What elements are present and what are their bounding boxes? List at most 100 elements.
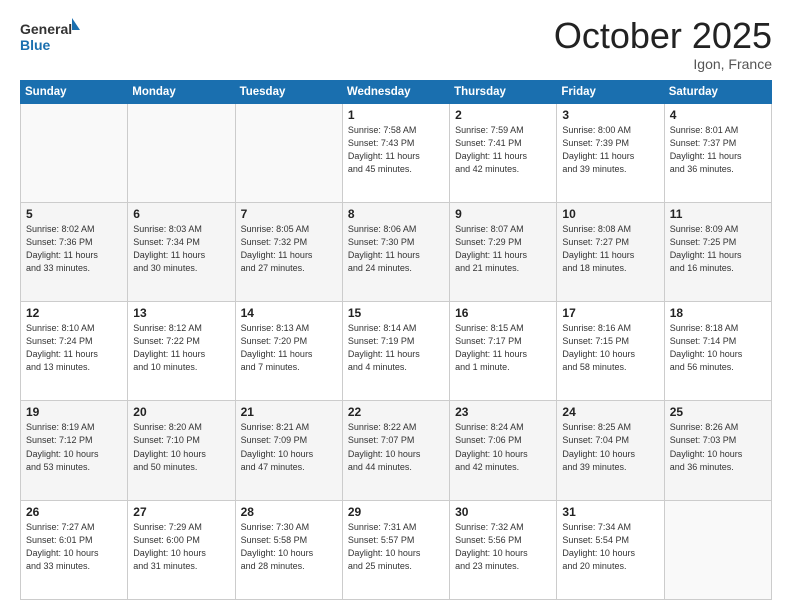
day-number: 15 bbox=[348, 306, 444, 320]
table-row: 2Sunrise: 7:59 AM Sunset: 7:41 PM Daylig… bbox=[450, 103, 557, 202]
day-number: 6 bbox=[133, 207, 229, 221]
day-number: 12 bbox=[26, 306, 122, 320]
table-row bbox=[128, 103, 235, 202]
calendar-week-row: 19Sunrise: 8:19 AM Sunset: 7:12 PM Dayli… bbox=[21, 401, 772, 500]
day-number: 20 bbox=[133, 405, 229, 419]
table-row: 4 Sunrise: 8:01 AM Sunset: 7:37 PM Daylig… bbox=[664, 103, 771, 202]
table-row bbox=[21, 103, 128, 202]
col-friday: Friday bbox=[557, 80, 664, 103]
table-row: 27 Sunrise: 7:29 AM Sunset: 6:00 PM Dayli… bbox=[128, 500, 235, 599]
day-number: 8 bbox=[348, 207, 444, 221]
table-row: 12 Sunrise: 8:10 AM Sunset: 7:24 PM Dayli… bbox=[21, 302, 128, 401]
table-row: 11 Sunrise: 8:09 AM Sunset: 7:25 PM Dayli… bbox=[664, 202, 771, 301]
day-info: Sunrise: 8:24 AM Sunset: 7:06 PM Dayligh… bbox=[455, 421, 551, 473]
day-number: 5 bbox=[26, 207, 122, 221]
title-block: October 2025 Igon, France bbox=[554, 16, 772, 72]
day-number: 27 bbox=[133, 505, 229, 519]
table-row: 16 Sunrise: 8:15 AM Sunset: 7:17 PM Dayli… bbox=[450, 302, 557, 401]
day-info: Sunrise: 7:58 AM Sunset: 7:43 PM Dayligh… bbox=[348, 124, 444, 176]
day-info: Sunrise: 8:15 AM Sunset: 7:17 PM Dayligh… bbox=[455, 322, 551, 374]
day-info: Sunrise: 8:07 AM Sunset: 7:29 PM Dayligh… bbox=[455, 223, 551, 275]
table-row: 7 Sunrise: 8:05 AM Sunset: 7:32 PM Daylig… bbox=[235, 202, 342, 301]
day-number: 7 bbox=[241, 207, 337, 221]
table-row: 1 Sunrise: 7:58 AM Sunset: 7:43 PM Daylig… bbox=[342, 103, 449, 202]
day-info: Sunrise: 8:03 AM Sunset: 7:34 PM Dayligh… bbox=[133, 223, 229, 275]
table-row: 6 Sunrise: 8:03 AM Sunset: 7:34 PM Daylig… bbox=[128, 202, 235, 301]
location: Igon, France bbox=[554, 56, 772, 72]
table-row: 8Sunrise: 8:06 AM Sunset: 7:30 PM Daylig… bbox=[342, 202, 449, 301]
svg-text:Blue: Blue bbox=[20, 37, 51, 53]
day-info: Sunrise: 7:34 AM Sunset: 5:54 PM Dayligh… bbox=[562, 521, 658, 573]
day-number: 29 bbox=[348, 505, 444, 519]
day-number: 1 bbox=[348, 108, 444, 122]
page: General Blue October 2025 Igon, France S… bbox=[0, 0, 792, 612]
day-number: 25 bbox=[670, 405, 766, 419]
table-row: 3Sunrise: 8:00 AM Sunset: 7:39 PM Daylig… bbox=[557, 103, 664, 202]
day-number: 14 bbox=[241, 306, 337, 320]
table-row: 26 Sunrise: 7:27 AM Sunset: 6:01 PM Dayli… bbox=[21, 500, 128, 599]
col-tuesday: Tuesday bbox=[235, 80, 342, 103]
table-row bbox=[235, 103, 342, 202]
day-info: Sunrise: 8:13 AM Sunset: 7:20 PM Dayligh… bbox=[241, 322, 337, 374]
logo: General Blue bbox=[20, 16, 80, 58]
day-info: Sunrise: 8:00 AM Sunset: 7:39 PM Dayligh… bbox=[562, 124, 658, 176]
table-row bbox=[664, 500, 771, 599]
day-number: 4 bbox=[670, 108, 766, 122]
col-saturday: Saturday bbox=[664, 80, 771, 103]
day-number: 22 bbox=[348, 405, 444, 419]
day-info: Sunrise: 7:32 AM Sunset: 5:56 PM Dayligh… bbox=[455, 521, 551, 573]
day-number: 26 bbox=[26, 505, 122, 519]
day-info: Sunrise: 8:12 AM Sunset: 7:22 PM Dayligh… bbox=[133, 322, 229, 374]
day-info: Sunrise: 7:30 AM Sunset: 5:58 PM Dayligh… bbox=[241, 521, 337, 573]
day-info: Sunrise: 8:02 AM Sunset: 7:36 PM Dayligh… bbox=[26, 223, 122, 275]
day-number: 17 bbox=[562, 306, 658, 320]
calendar-week-row: 26 Sunrise: 7:27 AM Sunset: 6:01 PM Dayli… bbox=[21, 500, 772, 599]
col-sunday: Sunday bbox=[21, 80, 128, 103]
day-number: 10 bbox=[562, 207, 658, 221]
day-info: Sunrise: 7:31 AM Sunset: 5:57 PM Dayligh… bbox=[348, 521, 444, 573]
day-info: Sunrise: 8:26 AM Sunset: 7:03 PM Dayligh… bbox=[670, 421, 766, 473]
col-thursday: Thursday bbox=[450, 80, 557, 103]
day-info: Sunrise: 8:25 AM Sunset: 7:04 PM Dayligh… bbox=[562, 421, 658, 473]
day-info: Sunrise: 7:59 AM Sunset: 7:41 PM Dayligh… bbox=[455, 124, 551, 176]
table-row: 5 Sunrise: 8:02 AM Sunset: 7:36 PM Daylig… bbox=[21, 202, 128, 301]
table-row: 20 Sunrise: 8:20 AM Sunset: 7:10 PM Dayli… bbox=[128, 401, 235, 500]
calendar-week-row: 1 Sunrise: 7:58 AM Sunset: 7:43 PM Daylig… bbox=[21, 103, 772, 202]
calendar-table: Sunday Monday Tuesday Wednesday Thursday… bbox=[20, 80, 772, 600]
day-info: Sunrise: 7:29 AM Sunset: 6:00 PM Dayligh… bbox=[133, 521, 229, 573]
table-row: 15Sunrise: 8:14 AM Sunset: 7:19 PM Dayli… bbox=[342, 302, 449, 401]
day-number: 13 bbox=[133, 306, 229, 320]
day-number: 21 bbox=[241, 405, 337, 419]
day-info: Sunrise: 8:22 AM Sunset: 7:07 PM Dayligh… bbox=[348, 421, 444, 473]
day-number: 11 bbox=[670, 207, 766, 221]
day-info: Sunrise: 8:10 AM Sunset: 7:24 PM Dayligh… bbox=[26, 322, 122, 374]
svg-text:General: General bbox=[20, 21, 72, 37]
day-number: 30 bbox=[455, 505, 551, 519]
table-row: 14 Sunrise: 8:13 AM Sunset: 7:20 PM Dayli… bbox=[235, 302, 342, 401]
table-row: 29 Sunrise: 7:31 AM Sunset: 5:57 PM Dayli… bbox=[342, 500, 449, 599]
day-info: Sunrise: 8:05 AM Sunset: 7:32 PM Dayligh… bbox=[241, 223, 337, 275]
day-number: 24 bbox=[562, 405, 658, 419]
month-title: October 2025 bbox=[554, 16, 772, 56]
calendar-body: 1 Sunrise: 7:58 AM Sunset: 7:43 PM Daylig… bbox=[21, 103, 772, 599]
day-number: 9 bbox=[455, 207, 551, 221]
day-number: 18 bbox=[670, 306, 766, 320]
day-info: Sunrise: 8:16 AM Sunset: 7:15 PM Dayligh… bbox=[562, 322, 658, 374]
day-info: Sunrise: 8:09 AM Sunset: 7:25 PM Dayligh… bbox=[670, 223, 766, 275]
day-number: 16 bbox=[455, 306, 551, 320]
table-row: 9 Sunrise: 8:07 AM Sunset: 7:29 PM Daylig… bbox=[450, 202, 557, 301]
table-row: 17 Sunrise: 8:16 AM Sunset: 7:15 PM Dayli… bbox=[557, 302, 664, 401]
day-info: Sunrise: 7:27 AM Sunset: 6:01 PM Dayligh… bbox=[26, 521, 122, 573]
calendar-week-row: 5 Sunrise: 8:02 AM Sunset: 7:36 PM Daylig… bbox=[21, 202, 772, 301]
day-info: Sunrise: 8:01 AM Sunset: 7:37 PM Dayligh… bbox=[670, 124, 766, 176]
table-row: 28Sunrise: 7:30 AM Sunset: 5:58 PM Dayli… bbox=[235, 500, 342, 599]
logo-svg: General Blue bbox=[20, 16, 80, 58]
table-row: 13 Sunrise: 8:12 AM Sunset: 7:22 PM Dayli… bbox=[128, 302, 235, 401]
day-number: 19 bbox=[26, 405, 122, 419]
day-number: 23 bbox=[455, 405, 551, 419]
table-row: 31Sunrise: 7:34 AM Sunset: 5:54 PM Dayli… bbox=[557, 500, 664, 599]
table-row: 25 Sunrise: 8:26 AM Sunset: 7:03 PM Dayli… bbox=[664, 401, 771, 500]
table-row: 10Sunrise: 8:08 AM Sunset: 7:27 PM Dayli… bbox=[557, 202, 664, 301]
day-info: Sunrise: 8:20 AM Sunset: 7:10 PM Dayligh… bbox=[133, 421, 229, 473]
day-info: Sunrise: 8:18 AM Sunset: 7:14 PM Dayligh… bbox=[670, 322, 766, 374]
